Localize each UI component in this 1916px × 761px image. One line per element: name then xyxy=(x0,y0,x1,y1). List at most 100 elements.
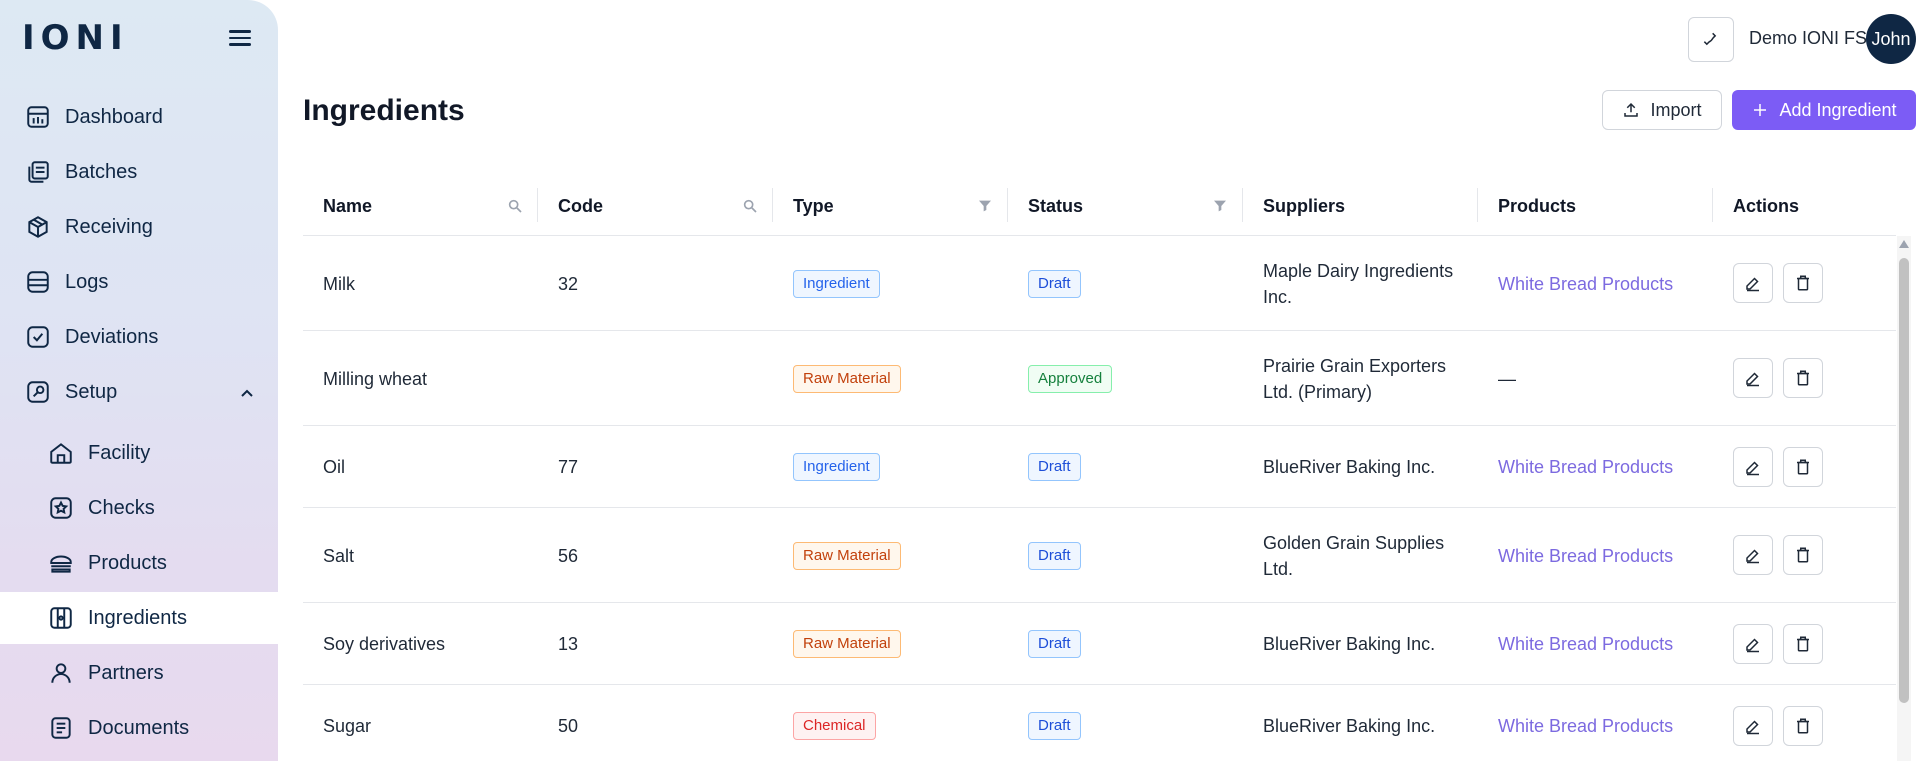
column-header-suppliers: Suppliers xyxy=(1263,195,1346,216)
edit-button[interactable] xyxy=(1733,624,1773,664)
phone-button[interactable] xyxy=(1688,17,1734,62)
table-row: Milk 32 Ingredient Draft Maple Dairy Ing… xyxy=(303,237,1896,331)
product-link[interactable]: White Bread Products xyxy=(1498,237,1673,330)
column-header-code[interactable]: Code xyxy=(558,176,603,236)
upload-icon xyxy=(1624,102,1639,117)
menu-toggle-icon[interactable] xyxy=(229,30,251,48)
sidebar-item-logs[interactable]: Logs xyxy=(0,256,278,308)
sidebar-item-label: Facility xyxy=(88,441,151,464)
cell-name: Sugar xyxy=(323,716,372,736)
product-link[interactable]: White Bread Products xyxy=(1498,509,1673,602)
trash-icon xyxy=(1797,718,1809,734)
column-header-actions: Actions xyxy=(1733,195,1800,216)
cell-products-empty: — xyxy=(1498,368,1516,389)
type-badge: Chemical xyxy=(793,712,876,740)
package-icon xyxy=(24,213,52,241)
sidebar-item-label: Documents xyxy=(88,716,190,739)
page-title: Ingredients xyxy=(303,94,465,127)
batches-icon xyxy=(24,158,52,186)
column-header-status[interactable]: Status xyxy=(1028,176,1083,236)
sidebar: IONI Dashboard Batches Receiving Logs De… xyxy=(0,0,278,761)
plus-icon xyxy=(1754,104,1767,116)
type-badge: Raw Material xyxy=(793,364,901,393)
product-link[interactable]: White Bread Products xyxy=(1498,427,1673,507)
product-link[interactable]: White Bread Products xyxy=(1498,686,1673,761)
delete-button[interactable] xyxy=(1783,706,1823,746)
sidebar-item-label: Logs xyxy=(65,270,109,293)
logo-text: IONI xyxy=(22,18,129,58)
sidebar-item-documents[interactable]: Documents xyxy=(0,702,278,754)
chevron-up-icon[interactable] xyxy=(240,386,254,400)
add-ingredient-label: Add Ingredient xyxy=(1779,99,1897,120)
sidebar-item-label: Deviations xyxy=(65,325,159,348)
sidebar-item-label: Batches xyxy=(65,160,138,183)
logs-icon xyxy=(24,268,52,296)
sidebar-item-deviations[interactable]: Deviations xyxy=(0,311,278,363)
delete-button[interactable] xyxy=(1783,624,1823,664)
cell-code: 32 xyxy=(558,273,579,294)
column-header-type[interactable]: Type xyxy=(793,176,834,236)
sidebar-item-label: Setup xyxy=(65,380,118,403)
table-row: Salt 56 Raw Material Draft Golden Grain … xyxy=(303,509,1896,603)
cell-name: Salt xyxy=(323,545,355,566)
bread-icon xyxy=(47,549,75,577)
filter-icon[interactable] xyxy=(977,198,993,214)
sidebar-item-ingredients[interactable]: Ingredients xyxy=(0,592,278,644)
sidebar-item-label: Dashboard xyxy=(65,105,163,128)
sidebar-item-checks[interactable]: Checks xyxy=(0,482,278,534)
add-ingredient-button[interactable]: Add Ingredient xyxy=(1732,90,1916,130)
cell-supplier: BlueRiver Baking Inc. xyxy=(1263,716,1436,736)
edit-button[interactable] xyxy=(1733,358,1773,398)
app-logo[interactable]: IONI xyxy=(22,18,129,58)
column-header-products: Products xyxy=(1498,195,1577,216)
sidebar-item-facility[interactable]: Facility xyxy=(0,427,278,479)
edit-icon xyxy=(1746,372,1759,387)
cell-code: 77 xyxy=(558,457,579,477)
phone-icon xyxy=(1703,32,1717,45)
edit-icon xyxy=(1746,549,1759,564)
home-icon xyxy=(47,439,75,467)
edit-button[interactable] xyxy=(1733,706,1773,746)
sidebar-item-batches[interactable]: Batches xyxy=(0,146,278,198)
table-row: Sugar 50 Chemical Draft BlueRiver Baking… xyxy=(303,686,1896,761)
cell-code: 13 xyxy=(558,634,579,654)
edit-button[interactable] xyxy=(1733,535,1773,575)
user-icon xyxy=(47,659,75,687)
sidebar-item-dashboard[interactable]: Dashboard xyxy=(0,91,278,143)
sidebar-item-products[interactable]: Products xyxy=(0,537,278,589)
status-badge: Draft xyxy=(1028,712,1081,740)
column-header-name[interactable]: Name xyxy=(323,176,372,236)
sidebar-item-label: Checks xyxy=(88,496,155,519)
type-badge: Ingredient xyxy=(793,269,880,298)
edit-button[interactable] xyxy=(1733,447,1773,487)
checkbox-icon xyxy=(24,323,52,351)
table-header: Name Code Type Status Suppliers Products… xyxy=(303,176,1896,236)
sidebar-item-partners[interactable]: Partners xyxy=(0,647,278,699)
search-icon[interactable] xyxy=(742,198,758,214)
edit-icon xyxy=(1746,720,1759,735)
avatar[interactable]: John xyxy=(1866,14,1916,64)
ingredients-icon xyxy=(47,604,75,632)
product-link[interactable]: White Bread Products xyxy=(1498,604,1673,684)
filter-icon[interactable] xyxy=(1212,198,1228,214)
table-row: Soy derivatives 13 Raw Material Draft Bl… xyxy=(303,604,1896,685)
edit-icon xyxy=(1746,638,1759,653)
cell-name: Milk xyxy=(323,273,355,294)
sidebar-item-label: Ingredients xyxy=(88,606,187,629)
user-name[interactable]: Demo IONI FS xyxy=(1749,28,1867,49)
sidebar-item-receiving[interactable]: Receiving xyxy=(0,201,278,253)
sidebar-item-setup[interactable]: Setup xyxy=(0,366,278,418)
edit-button[interactable] xyxy=(1733,263,1773,303)
status-badge: Draft xyxy=(1028,453,1081,481)
delete-button[interactable] xyxy=(1783,358,1823,398)
delete-button[interactable] xyxy=(1783,447,1823,487)
document-icon xyxy=(47,714,75,742)
scrollbar-thumb[interactable] xyxy=(1899,258,1909,703)
status-badge: Draft xyxy=(1028,269,1081,298)
import-button[interactable]: Import xyxy=(1602,90,1722,130)
star-badge-icon xyxy=(47,494,75,522)
delete-button[interactable] xyxy=(1783,263,1823,303)
search-icon[interactable] xyxy=(507,198,523,214)
scroll-up-arrow-icon[interactable] xyxy=(1899,240,1909,248)
delete-button[interactable] xyxy=(1783,535,1823,575)
